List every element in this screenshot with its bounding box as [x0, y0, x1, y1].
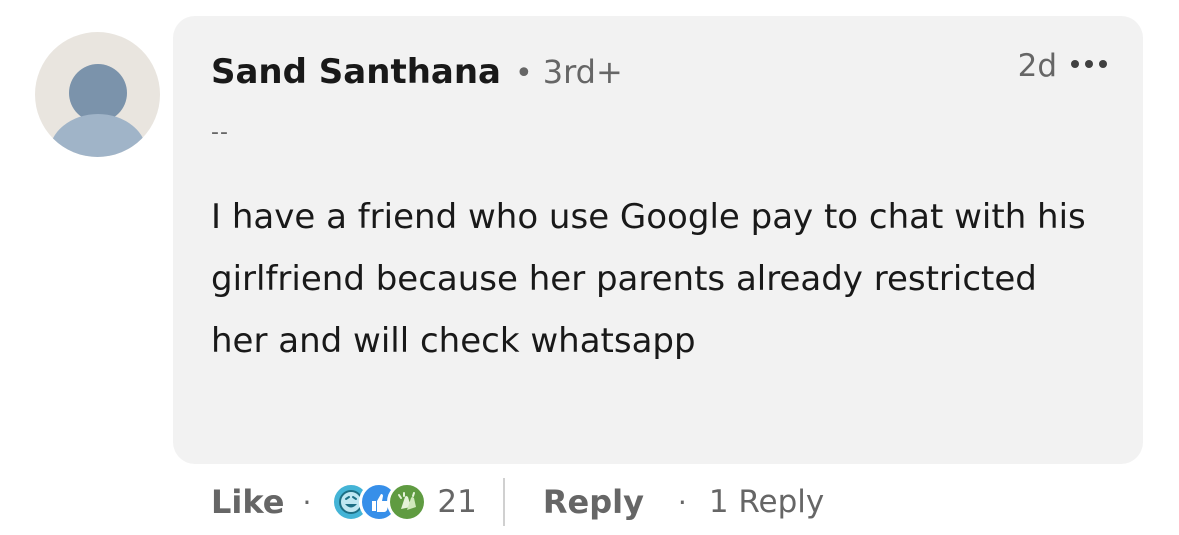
avatar[interactable]: [35, 32, 160, 157]
avatar-body: [49, 114, 147, 157]
dot-3: [1099, 60, 1107, 68]
author-row: Sand Santhana • 3rd+: [211, 52, 623, 92]
separator-dot: •: [515, 56, 533, 91]
dot-2: [1085, 60, 1093, 68]
separator-dot: ·: [302, 485, 312, 519]
reaction-count[interactable]: 21: [437, 484, 476, 520]
author-headline: --: [211, 120, 229, 145]
author-name[interactable]: Sand Santhana: [211, 52, 501, 92]
separator-dot: ·: [677, 485, 687, 519]
divider: [502, 478, 505, 526]
celebrate-reaction-icon: [387, 482, 428, 522]
comment-text: I have a friend who use Google pay to ch…: [211, 197, 1086, 361]
comment-actions: Like · 21 Reply · 1 Reply: [211, 478, 824, 526]
like-button[interactable]: Like: [211, 483, 284, 521]
comment-bubble: Sand Santhana • 3rd+ -- 2d I have a frie…: [173, 16, 1143, 464]
connection-degree: 3rd+: [542, 53, 623, 91]
replies-count-link[interactable]: 1 Reply: [709, 484, 824, 520]
reactions-summary[interactable]: [331, 482, 428, 522]
comment-time: 2d: [1017, 48, 1057, 84]
reply-button[interactable]: Reply: [543, 483, 644, 521]
dot-1: [1071, 60, 1079, 68]
more-horizontal-icon[interactable]: [1071, 60, 1115, 74]
